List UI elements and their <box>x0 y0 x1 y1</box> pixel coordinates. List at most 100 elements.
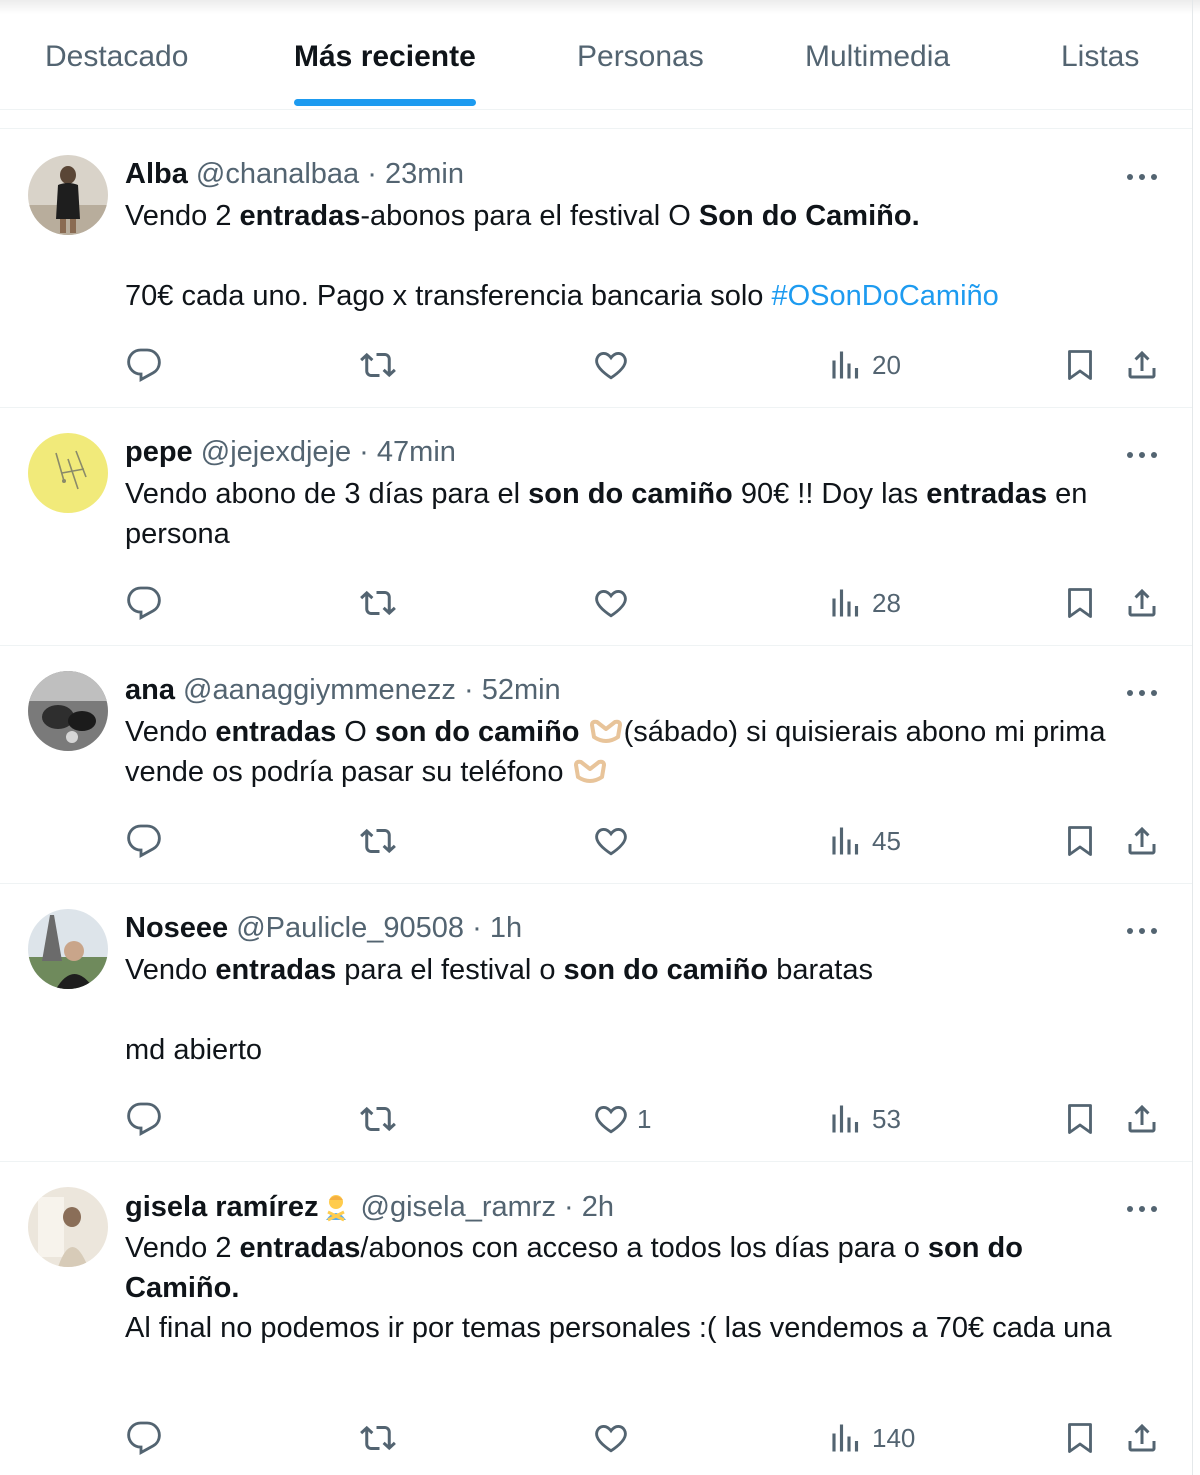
separator: · <box>367 158 377 190</box>
more-dots-icon[interactable] <box>1124 924 1160 938</box>
retweet-icon <box>360 1420 396 1456</box>
tab-label: Multimedia <box>805 40 951 73</box>
tab-personas[interactable]: Personas <box>577 40 704 110</box>
tweet-actions: 1 53 <box>0 1099 1192 1139</box>
tweet-header: gisela ramírez @gisela_ramrz · 2h <box>125 1190 614 1224</box>
bookmark-button[interactable] <box>1062 821 1098 861</box>
tweet-header: Noseee @Paulicle_90508 · 1h <box>125 912 522 945</box>
tweet-card[interactable]: Noseee @Paulicle_90508 · 1h Vendo entrad… <box>0 884 1192 1162</box>
tweet-card[interactable]: pepe @jejexdjeje · 47min Vendo abono de … <box>0 408 1192 646</box>
bookmark-button[interactable] <box>1062 345 1098 385</box>
tweet-text: Vendo entradas para el festival o son do… <box>125 950 1175 1070</box>
tweet-actions: 140 <box>0 1418 1192 1458</box>
reply-button[interactable] <box>126 1099 162 1139</box>
more-dots-icon[interactable] <box>1124 1202 1160 1216</box>
display-name[interactable]: gisela ramírez <box>125 1191 318 1223</box>
reply-icon <box>126 823 162 859</box>
reply-button[interactable] <box>126 821 162 861</box>
share-button[interactable] <box>1124 821 1160 861</box>
views-chart-icon <box>828 1420 864 1456</box>
bookmark-button[interactable] <box>1062 1099 1098 1139</box>
tab-mas-reciente[interactable]: Más reciente <box>294 40 476 110</box>
timestamp[interactable]: 1h <box>490 912 522 944</box>
timestamp[interactable]: 2h <box>582 1191 614 1223</box>
retweet-icon <box>360 585 396 621</box>
share-button[interactable] <box>1124 1418 1160 1458</box>
timestamp[interactable]: 23min <box>385 158 464 190</box>
heart-icon <box>593 823 629 859</box>
hashtag-link[interactable]: #OSonDoCamiño <box>771 280 998 312</box>
retweet-button[interactable] <box>360 821 396 861</box>
avatar[interactable] <box>28 909 108 989</box>
share-button[interactable] <box>1124 1099 1160 1139</box>
views-count: 53 <box>872 1103 901 1134</box>
views-button[interactable]: 53 <box>828 1099 901 1139</box>
tab-multimedia[interactable]: Multimedia <box>805 40 950 110</box>
separator: · <box>472 912 482 944</box>
retweet-icon <box>360 1101 396 1137</box>
text-run: Vendo <box>125 716 216 748</box>
user-handle[interactable]: @gisela_ramrz <box>361 1191 556 1223</box>
timestamp[interactable]: 47min <box>377 436 456 468</box>
like-button[interactable]: 1 <box>593 1099 651 1139</box>
tweet-header: ana @aanaggiymmenezz · 52min <box>125 674 561 707</box>
bookmark-button[interactable] <box>1062 1418 1098 1458</box>
avatar[interactable] <box>28 671 108 751</box>
reply-button[interactable] <box>126 583 162 623</box>
heart-hands-emoji-icon <box>589 719 622 743</box>
bookmark-button[interactable] <box>1062 583 1098 623</box>
reply-button[interactable] <box>126 1418 162 1458</box>
retweet-button[interactable] <box>360 345 396 385</box>
timestamp[interactable]: 52min <box>482 674 561 706</box>
user-handle[interactable]: @Paulicle_90508 <box>236 912 464 944</box>
retweet-icon <box>360 347 396 383</box>
avatar[interactable] <box>28 155 108 235</box>
like-button[interactable] <box>593 821 637 861</box>
heart-icon <box>593 347 629 383</box>
user-handle[interactable]: @chanalbaa <box>196 158 359 190</box>
tweet-card[interactable]: gisela ramírez @gisela_ramrz · 2h Vendo … <box>0 1162 1192 1475</box>
like-button[interactable] <box>593 1418 637 1458</box>
views-button[interactable]: 20 <box>828 345 901 385</box>
display-name[interactable]: ana <box>125 674 175 706</box>
views-count: 20 <box>872 349 901 380</box>
tweet-card[interactable]: Alba @chanalbaa · 23min Vendo 2 entradas… <box>0 130 1192 408</box>
text-run: Vendo abono de 3 días para el <box>125 478 529 510</box>
retweet-button[interactable] <box>360 1418 396 1458</box>
tab-listas[interactable]: Listas <box>1061 40 1139 110</box>
share-button[interactable] <box>1124 583 1160 623</box>
text-run: para el festival o <box>336 954 564 986</box>
text-run: O <box>336 716 375 748</box>
bookmark-icon <box>1062 585 1098 621</box>
bookmark-icon <box>1062 347 1098 383</box>
heart-icon <box>593 1101 629 1137</box>
views-button[interactable]: 45 <box>828 821 901 861</box>
user-handle[interactable]: @aanaggiymmenezz <box>183 674 456 706</box>
more-dots-icon[interactable] <box>1124 686 1160 700</box>
tab-destacado[interactable]: Destacado <box>45 40 188 110</box>
like-button[interactable] <box>593 583 637 623</box>
avatar[interactable] <box>28 1187 108 1267</box>
retweet-button[interactable] <box>360 1099 396 1139</box>
tweet-card[interactable]: ana @aanaggiymmenezz · 52min Vendo entra… <box>0 646 1192 884</box>
reply-icon <box>126 1101 162 1137</box>
text-run: md abierto <box>125 1034 263 1066</box>
more-dots-icon[interactable] <box>1124 448 1160 462</box>
views-chart-icon <box>828 1101 864 1137</box>
retweet-button[interactable] <box>360 583 396 623</box>
like-button[interactable] <box>593 345 637 385</box>
share-button[interactable] <box>1124 345 1160 385</box>
avatar[interactable] <box>28 433 108 513</box>
tweet-text: Vendo entradas O son do camiño (sábado) … <box>125 712 1175 792</box>
display-name[interactable]: pepe <box>125 436 193 468</box>
display-name[interactable]: Noseee <box>125 912 228 944</box>
views-button[interactable]: 28 <box>828 583 901 623</box>
search-tabs: Destacado Más reciente Personas Multimed… <box>0 0 1192 110</box>
heart-hands-emoji-icon <box>573 759 606 783</box>
reply-button[interactable] <box>126 345 162 385</box>
display-name[interactable]: Alba <box>125 158 188 190</box>
more-dots-icon[interactable] <box>1124 170 1160 184</box>
user-handle[interactable]: @jejexdjeje <box>201 436 351 468</box>
views-button[interactable]: 140 <box>828 1418 915 1458</box>
bookmark-icon <box>1062 1420 1098 1456</box>
